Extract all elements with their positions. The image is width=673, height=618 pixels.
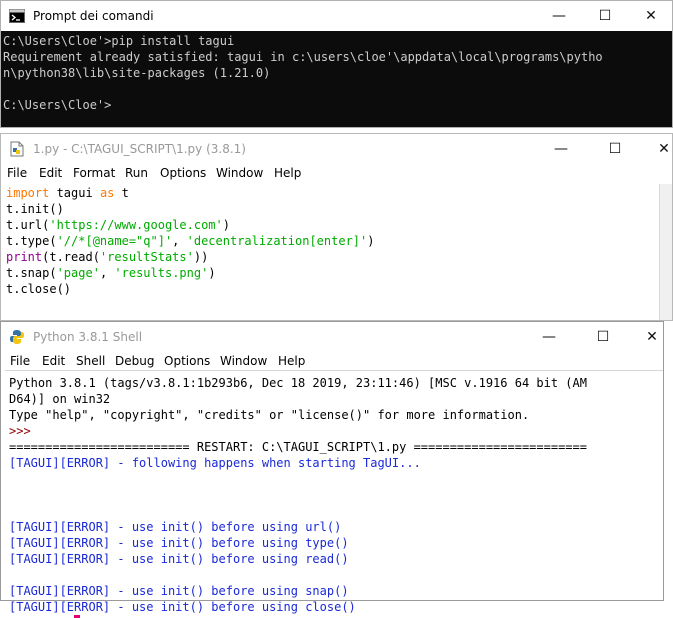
error-line: [TAGUI][ERROR] - use init() before using… xyxy=(9,536,349,550)
editor-window-title: 1.py - C:\TAGUI_SCRIPT\1.py (3.8.1) xyxy=(33,142,246,156)
code-string: 'decentralization[enter]' xyxy=(186,234,368,248)
code-string: 'results.png' xyxy=(114,266,209,280)
code-text: t.url( xyxy=(6,218,50,232)
cmd-line: C:\Users\Cloe'> xyxy=(3,98,112,112)
code-string: 'page' xyxy=(56,266,100,280)
code-text: (t.read( xyxy=(42,250,100,264)
editor-minimize-button[interactable]: — xyxy=(538,134,584,164)
editor-title-bar[interactable]: 1.py - C:\TAGUI_SCRIPT\1.py (3.8.1) — ☐ … xyxy=(1,134,672,164)
shell-header-line: Type "help", "copyright", "credits" or "… xyxy=(9,408,530,422)
code-line: t.url('https://www.google.com') xyxy=(6,217,230,233)
code-keyword: as xyxy=(99,186,115,200)
cmd-window-title: Prompt dei comandi xyxy=(33,9,154,23)
shell-header-line: D64)] on win32 xyxy=(9,392,111,406)
shell-menu-options[interactable]: Options xyxy=(164,354,210,368)
code-text: ) xyxy=(208,266,216,280)
code-string: '//*[@name="q"]' xyxy=(56,234,173,248)
code-string: 'resultStats' xyxy=(99,250,194,264)
idle-editor-window: 1.py - C:\TAGUI_SCRIPT\1.py (3.8.1) — ☐ … xyxy=(0,133,673,321)
restart-line: ========================= RESTART: C:\TA… xyxy=(9,440,587,454)
python-file-icon xyxy=(10,141,24,157)
code-text: , xyxy=(172,234,187,248)
code-keyword: import xyxy=(6,186,50,200)
code-text: t.type( xyxy=(6,234,57,248)
error-line: [TAGUI][ERROR] - use init() before using… xyxy=(9,520,342,534)
cmd-line: C:\Users\Cloe'>pip install tagui xyxy=(3,34,235,48)
shell-header-line: Python 3.8.1 (tags/v3.8.1:1b293b6, Dec 1… xyxy=(9,376,587,390)
editor-menu-file[interactable]: File xyxy=(7,166,27,180)
editor-menu-edit[interactable]: Edit xyxy=(39,166,62,180)
code-line: import tagui as t xyxy=(6,185,129,201)
code-text: , xyxy=(99,266,115,280)
shell-menu-shell[interactable]: Shell xyxy=(76,354,105,368)
code-text: ) xyxy=(367,234,375,248)
shell-prompt: >>> xyxy=(9,424,31,438)
cmd-console[interactable]: C:\Users\Cloe'>pip install tagui Require… xyxy=(1,31,672,127)
cmd-close-button[interactable]: ✕ xyxy=(628,1,673,31)
error-line: [TAGUI][ERROR] - following happens when … xyxy=(9,456,421,470)
shell-menu-file[interactable]: File xyxy=(10,354,30,368)
code-text: t.close() xyxy=(6,282,72,296)
shell-menu-help[interactable]: Help xyxy=(278,354,305,368)
editor-menu-bar: File Edit Format Run Options Window Help xyxy=(1,164,672,184)
code-text: tagui xyxy=(49,186,100,200)
shell-menu-debug[interactable]: Debug xyxy=(115,354,154,368)
code-line: print(t.read('resultStats')) xyxy=(6,249,208,265)
error-line: [TAGUI][ERROR] - use init() before using… xyxy=(9,600,356,614)
shell-menu-edit[interactable]: Edit xyxy=(42,354,65,368)
editor-close-button[interactable]: ✕ xyxy=(641,134,673,164)
shell-maximize-button[interactable]: ☐ xyxy=(580,322,626,352)
code-editor[interactable]: import tagui as t t.init() t.url('https:… xyxy=(1,184,660,320)
cmd-line: n\python38\lib\site-packages (1.21.0) xyxy=(3,66,271,80)
shell-console[interactable]: Python 3.8.1 (tags/v3.8.1:1b293b6, Dec 1… xyxy=(5,370,663,618)
code-string: 'https://www.google.com' xyxy=(49,218,223,232)
cmd-maximize-button[interactable]: ☐ xyxy=(582,1,628,31)
editor-menu-options[interactable]: Options xyxy=(160,166,206,180)
code-line: t.type('//*[@name="q"]', 'decentralizati… xyxy=(6,233,374,249)
code-text: ) xyxy=(222,218,230,232)
editor-menu-help[interactable]: Help xyxy=(274,166,301,180)
code-line: t.snap('page', 'results.png') xyxy=(6,265,216,281)
shell-menu-bar: File Edit Shell Debug Options Window Hel… xyxy=(1,352,663,372)
editor-maximize-button[interactable]: ☐ xyxy=(592,134,638,164)
cmd-minimize-button[interactable]: — xyxy=(536,1,582,31)
code-text: t xyxy=(114,186,129,200)
code-text: t.init() xyxy=(6,202,64,216)
editor-menu-format[interactable]: Format xyxy=(73,166,115,180)
cmd-line: Requirement already satisfied: tagui in … xyxy=(3,50,603,64)
code-builtin: print xyxy=(6,250,43,264)
editor-vertical-scrollbar[interactable] xyxy=(659,184,672,320)
command-prompt-window: Prompt dei comandi — ☐ ✕ C:\Users\Cloe'>… xyxy=(0,0,673,128)
code-text: )) xyxy=(193,250,209,264)
shell-title-bar[interactable]: Python 3.8.1 Shell — ☐ ✕ xyxy=(1,322,663,352)
code-line: t.init() xyxy=(6,201,64,217)
python-shell-window: Python 3.8.1 Shell — ☐ ✕ File Edit Shell… xyxy=(0,321,664,618)
shell-minimize-button[interactable]: — xyxy=(526,322,572,352)
shell-window-title: Python 3.8.1 Shell xyxy=(33,330,143,344)
cmd-title-bar[interactable]: Prompt dei comandi — ☐ ✕ xyxy=(1,1,672,31)
editor-menu-run[interactable]: Run xyxy=(125,166,148,180)
code-text: t.snap( xyxy=(6,266,57,280)
cmd-icon xyxy=(9,9,25,23)
error-line: [TAGUI][ERROR] - use init() before using… xyxy=(9,584,349,598)
error-line: [TAGUI][ERROR] - use init() before using… xyxy=(9,552,349,566)
editor-menu-window[interactable]: Window xyxy=(216,166,263,180)
python-icon xyxy=(10,330,24,344)
code-line: t.close() xyxy=(6,281,71,297)
shell-close-button[interactable]: ✕ xyxy=(629,322,673,352)
shell-menu-window[interactable]: Window xyxy=(220,354,267,368)
